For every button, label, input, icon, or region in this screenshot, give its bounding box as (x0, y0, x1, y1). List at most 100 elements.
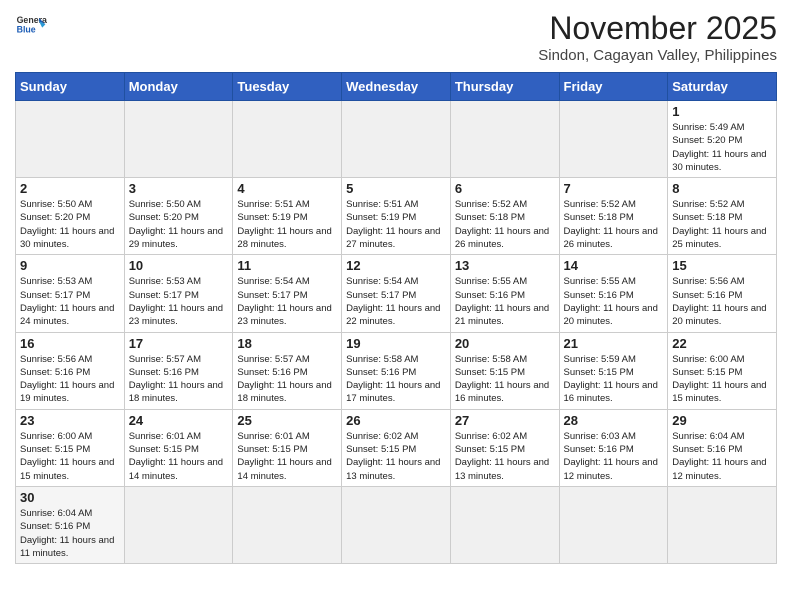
page-container: General Blue November 2025 Sindon, Cagay… (15, 10, 777, 564)
date-number: 17 (129, 336, 229, 351)
calendar-cell (342, 101, 451, 178)
date-number: 29 (672, 413, 772, 428)
cell-content: Sunrise: 6:00 AM Sunset: 5:15 PM Dayligh… (20, 430, 120, 483)
calendar-cell: 12Sunrise: 5:54 AM Sunset: 5:17 PM Dayli… (342, 255, 451, 332)
cell-content: Sunrise: 5:56 AM Sunset: 5:16 PM Dayligh… (672, 275, 772, 328)
date-number: 18 (237, 336, 337, 351)
date-number: 27 (455, 413, 555, 428)
week-row-1: 2Sunrise: 5:50 AM Sunset: 5:20 PM Daylig… (16, 178, 777, 255)
date-number: 26 (346, 413, 446, 428)
calendar-cell (450, 101, 559, 178)
day-header-thursday: Thursday (450, 73, 559, 101)
date-number: 19 (346, 336, 446, 351)
date-number: 22 (672, 336, 772, 351)
date-number: 16 (20, 336, 120, 351)
week-row-5: 30Sunrise: 6:04 AM Sunset: 5:16 PM Dayli… (16, 486, 777, 563)
cell-content: Sunrise: 5:58 AM Sunset: 5:16 PM Dayligh… (346, 353, 446, 406)
calendar-cell (16, 101, 125, 178)
day-header-saturday: Saturday (668, 73, 777, 101)
date-number: 20 (455, 336, 555, 351)
date-number: 10 (129, 258, 229, 273)
calendar-cell: 8 Sunrise: 5:52 AM Sunset: 5:18 PM Daylig… (668, 178, 777, 255)
cell-content: Sunrise: 6:01 AM Sunset: 5:15 PM Dayligh… (129, 430, 229, 483)
calendar-cell (559, 101, 668, 178)
month-title: November 2025 (538, 10, 777, 47)
calendar-cell: 19 Sunrise: 5:58 AM Sunset: 5:16 PM Dayli… (342, 332, 451, 409)
cell-content: Sunrise: 5:50 AM Sunset: 5:20 PM Dayligh… (129, 198, 229, 251)
cell-content: Sunrise: 5:58 AM Sunset: 5:15 PM Dayligh… (455, 353, 555, 406)
calendar-cell: 17 Sunrise: 5:57 AM Sunset: 5:16 PM Dayli… (124, 332, 233, 409)
calendar-cell: 13 Sunrise: 5:55 AM Sunset: 5:16 PM Dayli… (450, 255, 559, 332)
calendar-cell: 30Sunrise: 6:04 AM Sunset: 5:16 PM Dayli… (16, 486, 125, 563)
date-number: 25 (237, 413, 337, 428)
calendar-cell: 23Sunrise: 6:00 AM Sunset: 5:15 PM Dayli… (16, 409, 125, 486)
calendar-cell (668, 486, 777, 563)
calendar-cell: 24 Sunrise: 6:01 AM Sunset: 5:15 PM Dayli… (124, 409, 233, 486)
generalblue-logo-icon: General Blue (15, 10, 47, 42)
calendar-cell: 28Sunrise: 6:03 AM Sunset: 5:16 PM Dayli… (559, 409, 668, 486)
day-header-wednesday: Wednesday (342, 73, 451, 101)
calendar-cell: 6Sunrise: 5:52 AM Sunset: 5:18 PM Daylig… (450, 178, 559, 255)
cell-content: Sunrise: 5:52 AM Sunset: 5:18 PM Dayligh… (564, 198, 664, 251)
cell-content: Sunrise: 5:55 AM Sunset: 5:16 PM Dayligh… (564, 275, 664, 328)
cell-content: Sunrise: 5:55 AM Sunset: 5:16 PM Dayligh… (455, 275, 555, 328)
calendar-cell: 5Sunrise: 5:51 AM Sunset: 5:19 PM Daylig… (342, 178, 451, 255)
calendar-cell: 27 Sunrise: 6:02 AM Sunset: 5:15 PM Dayli… (450, 409, 559, 486)
calendar-cell (124, 486, 233, 563)
week-row-0: 1Sunrise: 5:49 AM Sunset: 5:20 PM Daylig… (16, 101, 777, 178)
day-header-tuesday: Tuesday (233, 73, 342, 101)
calendar-cell: 11 Sunrise: 5:54 AM Sunset: 5:17 PM Dayli… (233, 255, 342, 332)
header: General Blue November 2025 Sindon, Cagay… (15, 10, 777, 64)
title-section: November 2025 Sindon, Cagayan Valley, Ph… (538, 10, 777, 64)
cell-content: Sunrise: 6:03 AM Sunset: 5:16 PM Dayligh… (564, 430, 664, 483)
cell-content: Sunrise: 6:02 AM Sunset: 5:15 PM Dayligh… (346, 430, 446, 483)
calendar-cell: 7Sunrise: 5:52 AM Sunset: 5:18 PM Daylig… (559, 178, 668, 255)
calendar-cell: 3Sunrise: 5:50 AM Sunset: 5:20 PM Daylig… (124, 178, 233, 255)
day-header-friday: Friday (559, 73, 668, 101)
cell-content: Sunrise: 5:53 AM Sunset: 5:17 PM Dayligh… (20, 275, 120, 328)
date-number: 1 (672, 104, 772, 119)
calendar-cell: 29 Sunrise: 6:04 AM Sunset: 5:16 PM Dayli… (668, 409, 777, 486)
calendar-cell (342, 486, 451, 563)
calendar-cell (124, 101, 233, 178)
date-number: 24 (129, 413, 229, 428)
date-number: 4 (237, 181, 337, 196)
calendar-cell: 26 Sunrise: 6:02 AM Sunset: 5:15 PM Dayli… (342, 409, 451, 486)
calendar-cell: 2Sunrise: 5:50 AM Sunset: 5:20 PM Daylig… (16, 178, 125, 255)
cell-content: Sunrise: 6:02 AM Sunset: 5:15 PM Dayligh… (455, 430, 555, 483)
calendar-cell (450, 486, 559, 563)
calendar-table: SundayMondayTuesdayWednesdayThursdayFrid… (15, 72, 777, 564)
cell-content: Sunrise: 6:00 AM Sunset: 5:15 PM Dayligh… (672, 353, 772, 406)
cell-content: Sunrise: 5:57 AM Sunset: 5:16 PM Dayligh… (129, 353, 229, 406)
cell-content: Sunrise: 5:52 AM Sunset: 5:18 PM Dayligh… (455, 198, 555, 251)
day-header-sunday: Sunday (16, 73, 125, 101)
calendar-cell: 15Sunrise: 5:56 AM Sunset: 5:16 PM Dayli… (668, 255, 777, 332)
calendar-cell: 18 Sunrise: 5:57 AM Sunset: 5:16 PM Dayli… (233, 332, 342, 409)
cell-content: Sunrise: 6:04 AM Sunset: 5:16 PM Dayligh… (20, 507, 120, 560)
cell-content: Sunrise: 6:01 AM Sunset: 5:15 PM Dayligh… (237, 430, 337, 483)
calendar-cell: 4Sunrise: 5:51 AM Sunset: 5:19 PM Daylig… (233, 178, 342, 255)
calendar-cell (559, 486, 668, 563)
cell-content: Sunrise: 5:52 AM Sunset: 5:18 PM Dayligh… (672, 198, 772, 251)
cell-content: Sunrise: 5:59 AM Sunset: 5:15 PM Dayligh… (564, 353, 664, 406)
svg-text:Blue: Blue (17, 24, 36, 34)
calendar-cell: 21 Sunrise: 5:59 AM Sunset: 5:15 PM Dayli… (559, 332, 668, 409)
date-number: 5 (346, 181, 446, 196)
calendar-cell: 25 Sunrise: 6:01 AM Sunset: 5:15 PM Dayli… (233, 409, 342, 486)
date-number: 11 (237, 258, 337, 273)
date-number: 12 (346, 258, 446, 273)
cell-content: Sunrise: 5:54 AM Sunset: 5:17 PM Dayligh… (237, 275, 337, 328)
calendar-cell: 9Sunrise: 5:53 AM Sunset: 5:17 PM Daylig… (16, 255, 125, 332)
calendar-cell: 14Sunrise: 5:55 AM Sunset: 5:16 PM Dayli… (559, 255, 668, 332)
date-number: 13 (455, 258, 555, 273)
cell-content: Sunrise: 6:04 AM Sunset: 5:16 PM Dayligh… (672, 430, 772, 483)
calendar-cell: 16Sunrise: 5:56 AM Sunset: 5:16 PM Dayli… (16, 332, 125, 409)
cell-content: Sunrise: 5:57 AM Sunset: 5:16 PM Dayligh… (237, 353, 337, 406)
week-row-4: 23Sunrise: 6:00 AM Sunset: 5:15 PM Dayli… (16, 409, 777, 486)
date-number: 8 (672, 181, 772, 196)
week-row-3: 16Sunrise: 5:56 AM Sunset: 5:16 PM Dayli… (16, 332, 777, 409)
calendar-cell: 10Sunrise: 5:53 AM Sunset: 5:17 PM Dayli… (124, 255, 233, 332)
calendar-cell (233, 486, 342, 563)
date-number: 21 (564, 336, 664, 351)
cell-content: Sunrise: 5:50 AM Sunset: 5:20 PM Dayligh… (20, 198, 120, 251)
